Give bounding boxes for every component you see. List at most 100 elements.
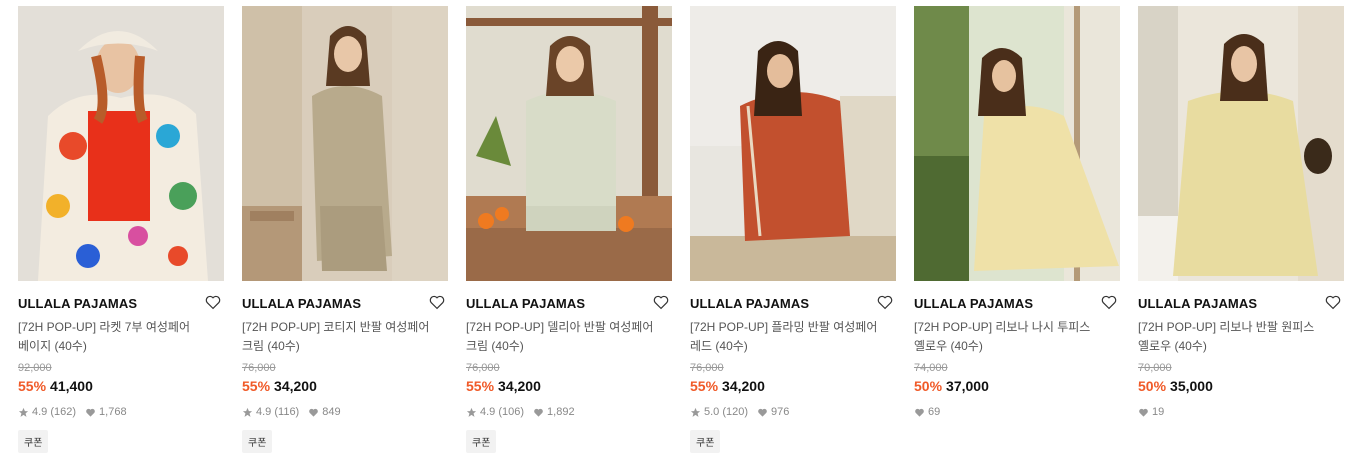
brand-row: ULLALA PAJAMAS	[242, 293, 448, 312]
original-price: 74,000	[914, 362, 948, 374]
product-grid: ULLALA PAJAMAS [72H POP-UP] 라켓 7부 여성페어 베…	[0, 0, 1350, 476]
product-title-line1: [72H POP-UP] 델리아 반팔 여성페어	[466, 320, 654, 334]
meta-row: 4.9 (106) 1,892	[466, 406, 575, 418]
heart-filled-icon	[915, 408, 924, 417]
meta-row: 4.9 (162) 1,768	[18, 406, 127, 418]
heart-outline-icon[interactable]	[1324, 293, 1342, 311]
heart-outline-icon[interactable]	[428, 293, 446, 311]
product-title[interactable]: [72H POP-UP] 델리아 반팔 여성페어 크림 (40수)	[466, 318, 672, 356]
rating-value: 4.9	[480, 406, 496, 418]
product-title[interactable]: [72H POP-UP] 코티지 반팔 여성페어 크림 (40수)	[242, 318, 448, 356]
price-row: 50% 35,000	[1138, 378, 1213, 394]
brand-name[interactable]: ULLALA PAJAMAS	[1138, 296, 1257, 311]
product-card[interactable]: ULLALA PAJAMAS [72H POP-UP] 플라밍 반팔 여성페어 …	[690, 6, 896, 453]
brand-row: ULLALA PAJAMAS	[914, 293, 1120, 312]
heart-filled-icon	[758, 408, 767, 417]
heart-filled-icon	[1139, 408, 1148, 417]
like-count: 849	[322, 406, 341, 418]
brand-row: ULLALA PAJAMAS	[18, 293, 224, 312]
product-image[interactable]	[914, 6, 1120, 281]
brand-name[interactable]: ULLALA PAJAMAS	[690, 296, 809, 311]
product-title-line1: [72H POP-UP] 라켓 7부 여성페어	[18, 320, 190, 334]
coupon-badge: 쿠폰	[18, 430, 49, 453]
product-title[interactable]: [72H POP-UP] 리보나 반팔 원피스 옐로우 (40수)	[1138, 318, 1344, 356]
like-count: 1,892	[547, 406, 575, 418]
discount-rate: 55%	[18, 378, 47, 394]
brand-name[interactable]: ULLALA PAJAMAS	[242, 296, 361, 311]
product-title-line2: 크림 (40수)	[242, 339, 300, 353]
original-price: 76,000	[690, 362, 724, 374]
brand-row: ULLALA PAJAMAS	[690, 293, 896, 312]
discount-rate: 50%	[1138, 378, 1167, 394]
discount-rate: 50%	[914, 378, 943, 394]
discount-rate: 55%	[466, 378, 495, 394]
review-count: (162)	[50, 406, 77, 418]
brand-row: ULLALA PAJAMAS	[466, 293, 672, 312]
original-price: 76,000	[242, 362, 276, 374]
price-row: 50% 37,000	[914, 378, 989, 394]
star-icon	[18, 407, 29, 417]
heart-outline-icon[interactable]	[652, 293, 670, 311]
sale-price: 34,200	[274, 378, 317, 394]
discount-rate: 55%	[242, 378, 271, 394]
sale-price: 37,000	[946, 378, 989, 394]
like-count: 19	[1152, 406, 1165, 418]
heart-outline-icon[interactable]	[1100, 293, 1118, 311]
brand-row: ULLALA PAJAMAS	[1138, 293, 1344, 312]
original-price: 76,000	[466, 362, 500, 374]
price-row: 55% 34,200	[242, 378, 317, 394]
coupon-badge: 쿠폰	[242, 430, 273, 453]
brand-name[interactable]: ULLALA PAJAMAS	[466, 296, 585, 311]
original-price: 92,000	[18, 362, 52, 374]
product-title-line1: [72H POP-UP] 리보나 반팔 원피스	[1138, 320, 1315, 334]
sale-price: 34,200	[498, 378, 541, 394]
product-title-line1: [72H POP-UP] 리보나 나시 투피스	[914, 320, 1091, 334]
star-icon	[466, 407, 477, 417]
like-count: 1,768	[99, 406, 127, 418]
price-row: 55% 34,200	[690, 378, 765, 394]
heart-filled-icon	[309, 408, 319, 417]
product-title-line1: [72H POP-UP] 플라밍 반팔 여성페어	[690, 320, 878, 334]
rating-value: 4.9	[256, 406, 272, 418]
product-image[interactable]	[690, 6, 896, 281]
product-image[interactable]	[466, 6, 672, 281]
product-image[interactable]	[1138, 6, 1344, 281]
product-card[interactable]: ULLALA PAJAMAS [72H POP-UP] 델리아 반팔 여성페어 …	[466, 6, 672, 453]
product-title[interactable]: [72H POP-UP] 리보나 나시 투피스 옐로우 (40수)	[914, 318, 1120, 356]
original-price: 70,000	[1138, 362, 1172, 374]
product-card[interactable]: ULLALA PAJAMAS [72H POP-UP] 라켓 7부 여성페어 베…	[18, 6, 224, 453]
product-card[interactable]: ULLALA PAJAMAS [72H POP-UP] 리보나 반팔 원피스 옐…	[1138, 6, 1344, 418]
heart-outline-icon[interactable]	[876, 293, 894, 311]
star-icon	[690, 407, 701, 417]
star-icon	[242, 407, 253, 417]
product-title-line2: 크림 (40수)	[466, 339, 524, 353]
product-title[interactable]: [72H POP-UP] 라켓 7부 여성페어 베이지 (40수)	[18, 318, 224, 356]
product-card[interactable]: ULLALA PAJAMAS [72H POP-UP] 코티지 반팔 여성페어 …	[242, 6, 448, 453]
brand-name[interactable]: ULLALA PAJAMAS	[18, 296, 137, 311]
price-row: 55% 34,200	[466, 378, 541, 394]
rating-value: 5.0	[704, 406, 720, 418]
product-title-line2: 옐로우 (40수)	[1138, 339, 1207, 353]
heart-outline-icon[interactable]	[204, 293, 222, 311]
coupon-badge: 쿠폰	[690, 430, 721, 453]
product-title-line2: 옐로우 (40수)	[914, 339, 983, 353]
heart-filled-icon	[86, 408, 95, 417]
meta-row: 5.0 (120) 976	[690, 406, 789, 418]
discount-rate: 55%	[690, 378, 719, 394]
product-title[interactable]: [72H POP-UP] 플라밍 반팔 여성페어 레드 (40수)	[690, 318, 896, 356]
product-title-line2: 베이지 (40수)	[18, 339, 87, 353]
product-card[interactable]: ULLALA PAJAMAS [72H POP-UP] 리보나 나시 투피스 옐…	[914, 6, 1120, 418]
review-count: (120)	[722, 406, 749, 418]
sale-price: 34,200	[722, 378, 765, 394]
like-count: 69	[928, 406, 941, 418]
brand-name[interactable]: ULLALA PAJAMAS	[914, 296, 1033, 311]
product-image[interactable]	[242, 6, 448, 281]
meta-row: 4.9 (116) 849	[242, 406, 341, 418]
coupon-badge: 쿠폰	[466, 430, 497, 453]
product-image[interactable]	[18, 6, 224, 281]
heart-filled-icon	[534, 408, 543, 417]
sale-price: 35,000	[1170, 378, 1213, 394]
product-title-line1: [72H POP-UP] 코티지 반팔 여성페어	[242, 320, 430, 334]
price-row: 55% 41,400	[18, 378, 93, 394]
like-count: 976	[771, 406, 790, 418]
